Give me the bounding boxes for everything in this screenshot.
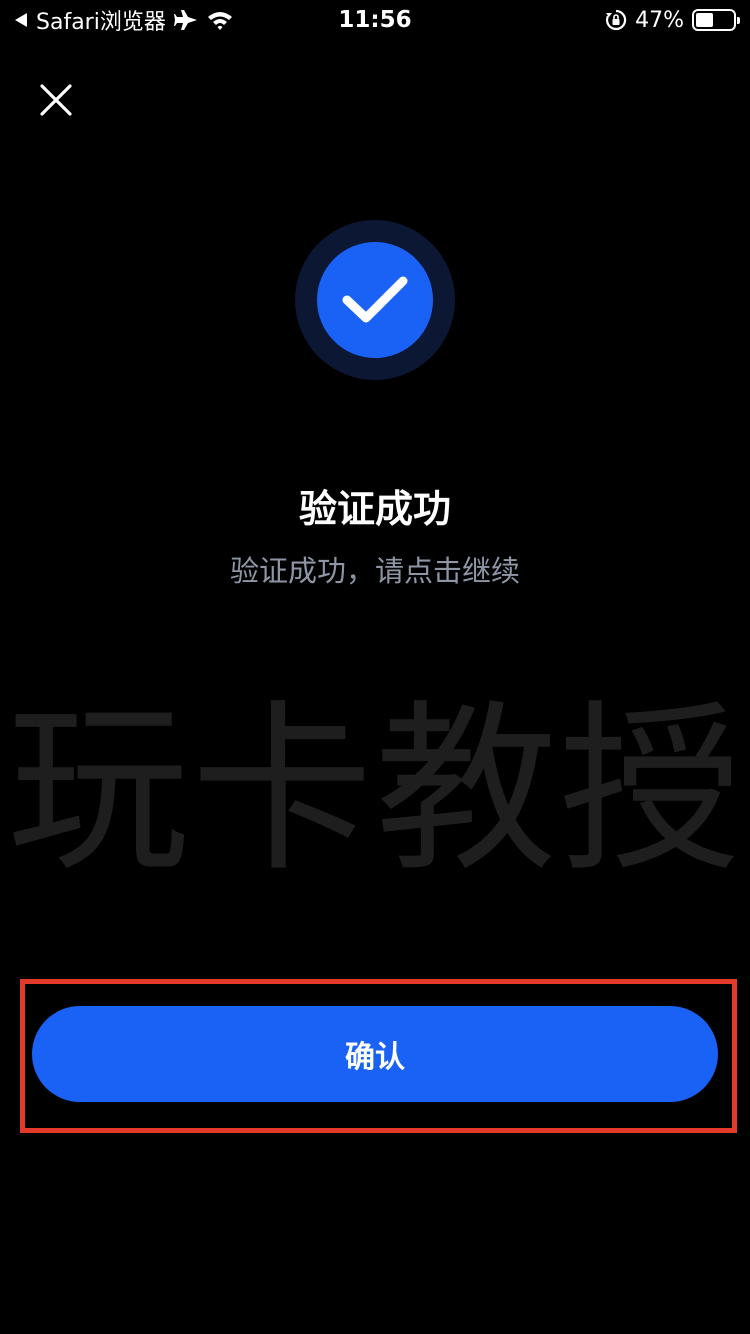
airplane-icon xyxy=(173,9,198,31)
success-icon-halo xyxy=(295,220,455,380)
verification-success-screen: Safari浏览器 11:56 47% 验证成功 验证成功，请点击继续 玩卡教授… xyxy=(0,0,750,1334)
watermark: 玩卡教授 xyxy=(7,684,743,896)
status-bar: Safari浏览器 11:56 47% xyxy=(0,0,750,40)
confirm-button[interactable]: 确认 xyxy=(32,1006,718,1102)
orientation-lock-icon xyxy=(605,9,627,31)
back-arrow-icon xyxy=(14,12,28,28)
checkmark-icon xyxy=(342,276,408,323)
close-button[interactable] xyxy=(36,80,76,120)
close-icon xyxy=(40,84,72,116)
back-app-label: Safari浏览器 xyxy=(36,10,166,35)
battery-icon xyxy=(692,9,740,31)
back-to-app[interactable]: Safari浏览器 xyxy=(14,4,234,36)
wifi-icon xyxy=(206,9,234,31)
result-subtitle: 验证成功，请点击继续 xyxy=(229,554,520,588)
battery-percent: 47% xyxy=(635,7,684,33)
success-badge xyxy=(317,242,433,358)
result-title: 验证成功 xyxy=(298,487,451,531)
